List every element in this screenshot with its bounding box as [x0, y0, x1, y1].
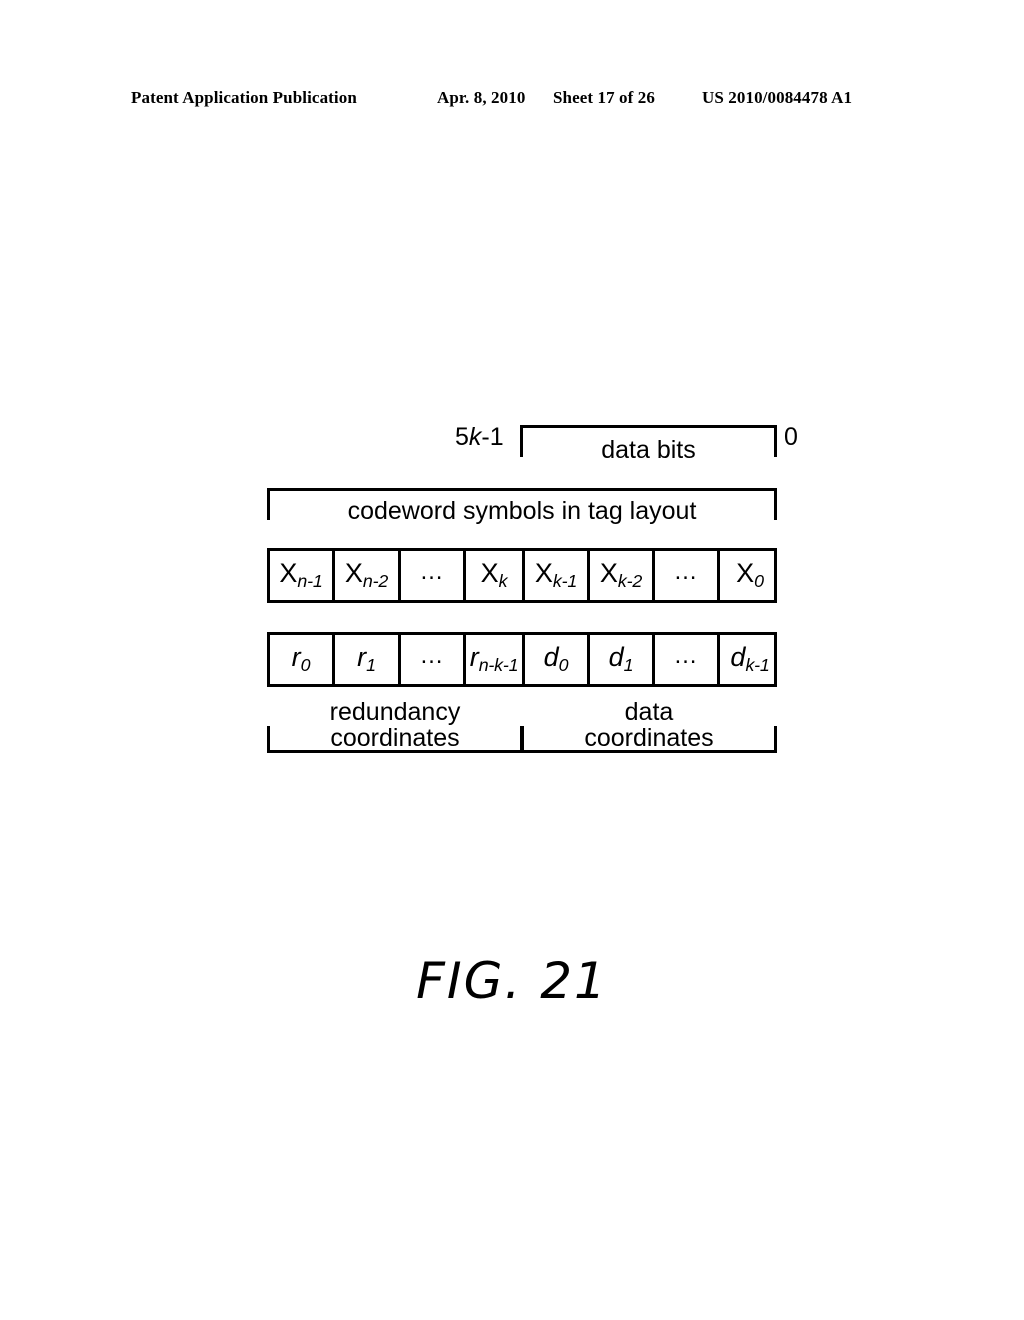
coordinate-symbol: d0 [544, 644, 569, 675]
codeword-symbol-symbol: X0 [736, 560, 764, 591]
coordinate-cell: rn-k-1 [466, 635, 525, 684]
symbol-subscript: k [498, 571, 508, 592]
codeword-symbol-symbol: Xk-2 [600, 560, 642, 591]
codeword-symbol-symbol: Xn-2 [345, 560, 388, 591]
coordinate-cell: … [655, 635, 720, 684]
codeword-symbol-cell: Xk [466, 551, 525, 600]
symbol-base: X [736, 558, 755, 589]
coordinate-symbol: dk-1 [730, 644, 769, 675]
coordinate-symbol: r1 [357, 644, 376, 675]
codeword-symbol-cell: … [655, 551, 720, 600]
coordinate-cell: r0 [270, 635, 335, 684]
codeword-symbol-row: Xn-1 Xn-2… Xk Xk-1 Xk-2… X0 [267, 548, 777, 603]
symbol-subscript: k-1 [745, 655, 770, 676]
figure-21: 5k-1 data bits 0 codeword symbols in tag… [0, 0, 1024, 1320]
symbol-subscript: 0 [558, 655, 569, 676]
symbol-subscript: 0 [754, 571, 764, 592]
coordinate-cell: … [401, 635, 466, 684]
data-bits-right-index: 0 [784, 423, 798, 451]
coordinate-cell: r1 [335, 635, 401, 684]
symbol-subscript: n-1 [297, 571, 323, 592]
symbol-base: r [469, 642, 479, 673]
data-bits-left-index: 5k-1 [455, 423, 504, 451]
redundancy-coordinates-label: redundancy coordinates [267, 699, 523, 751]
symbol-base: d [608, 642, 624, 673]
coordinate-row: r0 r1… rn-k-1 d0 d1… dk-1 [267, 632, 777, 687]
codeword-symbol-cell: Xn-2 [335, 551, 401, 600]
symbol-subscript: n-k-1 [478, 655, 519, 676]
codeword-symbol-cell: … [401, 551, 466, 600]
redundancy-coordinates-label-line1: redundancy [329, 698, 461, 726]
codeword-symbol-symbol: Xk [481, 560, 508, 591]
codeword-symbol-cell: X0 [720, 551, 780, 600]
symbol-subscript: 0 [300, 655, 311, 676]
symbol-base: X [344, 558, 363, 589]
symbol-base: X [599, 558, 618, 589]
figure-caption: FIG. 21 [416, 952, 608, 1010]
symbol-base: X [534, 558, 553, 589]
codeword-symbol-cell: Xk-1 [525, 551, 590, 600]
symbol-subscript: 1 [623, 655, 634, 676]
coordinate-symbol: r0 [292, 644, 311, 675]
codeword-symbol-symbol: Xn-1 [279, 560, 322, 591]
redundancy-coordinates-label-line2: coordinates [330, 724, 460, 752]
data-bits-label: data bits [601, 436, 696, 464]
symbol-base: X [480, 558, 499, 589]
symbol-subscript: n-2 [362, 571, 389, 592]
symbol-base: r [357, 642, 367, 673]
codeword-symbol-cell: Xk-2 [590, 551, 655, 600]
codeword-symbol-cell: Xn-1 [270, 551, 335, 600]
data-coordinates-label-line2: coordinates [584, 724, 714, 752]
symbol-base: d [730, 642, 746, 673]
symbol-base: d [543, 642, 559, 673]
data-coordinates-label: data coordinates [521, 699, 777, 751]
codeword-symbols-label: codeword symbols in tag layout [347, 497, 697, 525]
coordinate-cell: d1 [590, 635, 655, 684]
symbol-subscript: 1 [366, 655, 376, 676]
symbol-subscript: k-1 [552, 571, 578, 592]
coordinate-cell: d0 [525, 635, 590, 684]
coordinate-symbol: d1 [609, 644, 634, 675]
codeword-symbol-symbol: Xk-1 [535, 560, 577, 591]
coordinate-symbol: rn-k-1 [470, 644, 519, 675]
symbol-base: X [279, 558, 298, 589]
coordinate-cell: dk-1 [720, 635, 780, 684]
symbol-subscript: k-2 [617, 571, 643, 592]
data-coordinates-label-line1: data [624, 698, 674, 726]
symbol-base: r [291, 642, 301, 673]
